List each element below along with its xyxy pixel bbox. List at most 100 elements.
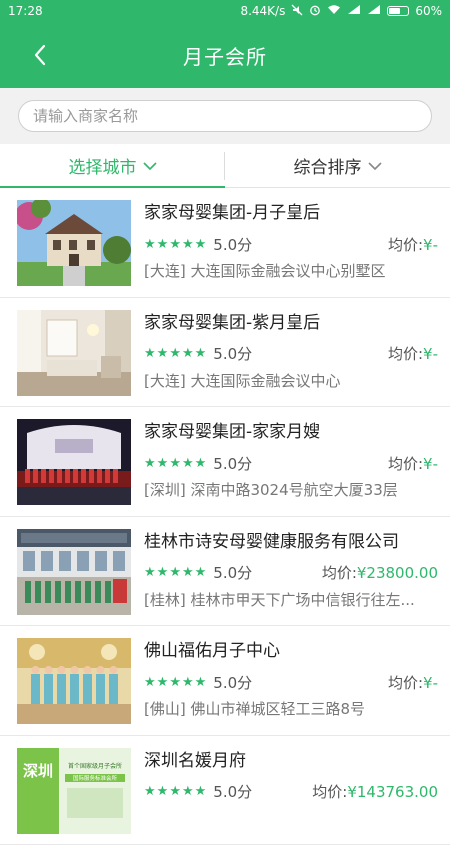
rating-score: 5.0分 xyxy=(213,453,252,474)
merchant-address: [大连] 大连国际金融会议中心别墅区 xyxy=(144,259,438,283)
city-filter-tab[interactable]: 选择城市 xyxy=(0,144,225,187)
star-icon: ★ xyxy=(157,457,169,470)
list-item[interactable]: 佛山福佑月子中心 ★★★★★ 5.0分 均价:¥- [佛山] 佛山市禅城区轻工三… xyxy=(0,626,450,736)
item-info: 家家母婴集团-月子皇后 ★★★★★ 5.0分 均价:¥- [大连] 大连国际金融… xyxy=(144,200,450,297)
item-info: 家家母婴集团-家家月嫂 ★★★★★ 5.0分 均价:¥- [深圳] 深南中路30… xyxy=(144,419,450,516)
star-icon: ★ xyxy=(144,457,156,470)
item-info: 佛山福佑月子中心 ★★★★★ 5.0分 均价:¥- [佛山] 佛山市禅城区轻工三… xyxy=(144,638,450,735)
average-price: 均价:¥- xyxy=(388,343,438,364)
price-value: ¥143763.00 xyxy=(347,783,438,801)
merchant-address xyxy=(144,807,438,831)
star-icon: ★ xyxy=(195,785,207,798)
battery-percent: 60% xyxy=(415,4,442,18)
search-input[interactable] xyxy=(31,106,419,126)
rating: ★★★★★ 5.0分 xyxy=(144,234,252,255)
star-icon: ★ xyxy=(144,566,156,579)
villa-photo xyxy=(17,200,131,286)
rating-score: 5.0分 xyxy=(213,672,252,693)
filter-bar: 选择城市 综合排序 xyxy=(0,144,450,188)
list-item[interactable]: 家家母婴集团-紫月皇后 ★★★★★ 5.0分 均价:¥- [大连] 大连国际金融… xyxy=(0,298,450,408)
status-icons: 8.44K/s 60% xyxy=(240,4,442,19)
interior-photo xyxy=(17,310,131,396)
price-value: ¥- xyxy=(423,345,438,363)
rating: ★★★★★ 5.0分 xyxy=(144,453,252,474)
merchant-address: [大连] 大连国际金融会议中心 xyxy=(144,369,438,393)
search-bar xyxy=(0,88,450,144)
star-icon: ★ xyxy=(157,785,169,798)
banner-line2-text: 国际服务标准会所 xyxy=(73,774,118,782)
rating-price-row: ★★★★★ 5.0分 均价:¥- xyxy=(144,339,438,369)
back-arrow-icon[interactable] xyxy=(28,42,54,68)
star-icon: ★ xyxy=(169,676,181,689)
star-icon: ★ xyxy=(182,785,194,798)
rating-price-row: ★★★★★ 5.0分 均价:¥143763.00 xyxy=(144,777,438,807)
merchant-name: 桂林市诗安母婴健康服务有限公司 xyxy=(144,529,438,555)
price-label: 均价: xyxy=(388,674,423,692)
star-icon: ★ xyxy=(144,785,156,798)
sort-filter-tab[interactable]: 综合排序 xyxy=(225,144,450,187)
merchant-address: [桂林] 桂林市甲天下广场中信银行往左... xyxy=(144,588,438,612)
network-speed: 8.44K/s xyxy=(240,4,285,18)
chevron-down-icon xyxy=(143,161,157,171)
item-info: 深圳名媛月府 ★★★★★ 5.0分 均价:¥143763.00 xyxy=(144,748,450,845)
price-label: 均价: xyxy=(312,783,347,801)
list-item[interactable]: 家家母婴集团-家家月嫂 ★★★★★ 5.0分 均价:¥- [深圳] 深南中路30… xyxy=(0,407,450,517)
merchant-list: 家家母婴集团-月子皇后 ★★★★★ 5.0分 均价:¥- [大连] 大连国际金融… xyxy=(0,188,450,845)
star-icon: ★ xyxy=(182,457,194,470)
star-icon: ★ xyxy=(195,676,207,689)
star-icon: ★ xyxy=(169,566,181,579)
average-price: 均价:¥23800.00 xyxy=(322,562,438,583)
list-item[interactable]: 深圳 首个国家级月子会所 国际服务标准会所 深圳名媛月府 ★★★★★ 5.0分 … xyxy=(0,736,450,845)
price-value: ¥23800.00 xyxy=(357,564,438,582)
price-value: ¥- xyxy=(423,236,438,254)
rating: ★★★★★ 5.0分 xyxy=(144,562,252,583)
chevron-down-icon xyxy=(368,161,382,171)
star-icon: ★ xyxy=(182,566,194,579)
status-time: 17:28 xyxy=(8,4,43,18)
list-item[interactable]: 家家母婴集团-月子皇后 ★★★★★ 5.0分 均价:¥- [大连] 大连国际金融… xyxy=(0,188,450,298)
price-value: ¥- xyxy=(423,455,438,473)
rating: ★★★★★ 5.0分 xyxy=(144,672,252,693)
signal-icon-1 xyxy=(347,4,361,18)
merchant-address: [深圳] 深南中路3024号航空大厦33层 xyxy=(144,478,438,502)
average-price: 均价:¥- xyxy=(388,453,438,474)
merchant-name: 深圳名媛月府 xyxy=(144,748,438,774)
rating-score: 5.0分 xyxy=(213,781,252,802)
merchant-address: [佛山] 佛山市禅城区轻工三路8号 xyxy=(144,697,438,721)
star-icon: ★ xyxy=(169,238,181,251)
banner-line1-text: 首个国家级月子会所 xyxy=(68,762,122,770)
rating-score: 5.0分 xyxy=(213,343,252,364)
star-icon: ★ xyxy=(144,676,156,689)
city-filter-label: 选择城市 xyxy=(69,153,137,178)
price-value: ¥- xyxy=(423,674,438,692)
price-label: 均价: xyxy=(388,455,423,473)
item-info: 桂林市诗安母婴健康服务有限公司 ★★★★★ 5.0分 均价:¥23800.00 … xyxy=(144,529,450,626)
merchant-name: 佛山福佑月子中心 xyxy=(144,638,438,664)
star-icon: ★ xyxy=(144,238,156,251)
star-icon: ★ xyxy=(157,238,169,251)
banner-city-text: 深圳 xyxy=(23,762,53,780)
merchant-name: 家家母婴集团-紫月皇后 xyxy=(144,310,438,336)
star-icon: ★ xyxy=(169,785,181,798)
staff-photo xyxy=(17,638,131,724)
rating-score: 5.0分 xyxy=(213,234,252,255)
rating: ★★★★★ 5.0分 xyxy=(144,781,252,802)
search-box[interactable] xyxy=(18,100,432,132)
rating-price-row: ★★★★★ 5.0分 均价:¥- xyxy=(144,667,438,697)
signal-icon-2 xyxy=(367,4,381,18)
rating-price-row: ★★★★★ 5.0分 均价:¥23800.00 xyxy=(144,558,438,588)
alarm-icon xyxy=(309,4,321,19)
rating: ★★★★★ 5.0分 xyxy=(144,343,252,364)
page-title: 月子会所 xyxy=(183,41,267,70)
star-icon: ★ xyxy=(157,566,169,579)
star-icon: ★ xyxy=(144,347,156,360)
star-icon: ★ xyxy=(182,238,194,251)
list-item[interactable]: 桂林市诗安母婴健康服务有限公司 ★★★★★ 5.0分 均价:¥23800.00 … xyxy=(0,517,450,627)
price-label: 均价: xyxy=(322,564,357,582)
title-bar: 月子会所 xyxy=(0,22,450,88)
star-icon: ★ xyxy=(182,676,194,689)
item-info: 家家母婴集团-紫月皇后 ★★★★★ 5.0分 均价:¥- [大连] 大连国际金融… xyxy=(144,310,450,407)
star-icon: ★ xyxy=(157,347,169,360)
merchant-name: 家家母婴集团-家家月嫂 xyxy=(144,419,438,445)
star-icon: ★ xyxy=(157,676,169,689)
